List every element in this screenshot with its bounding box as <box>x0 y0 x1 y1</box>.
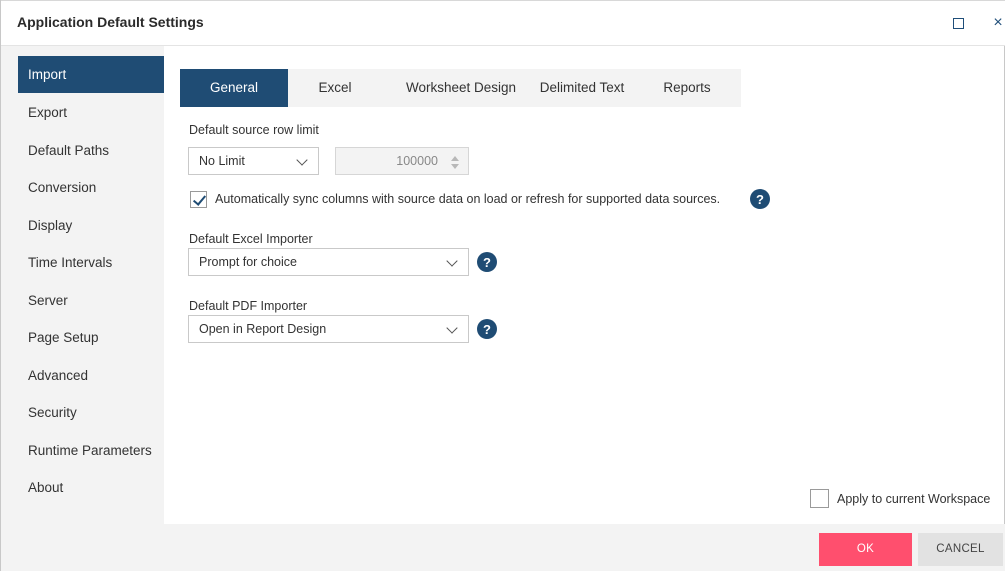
sidebar-item-advanced[interactable]: Advanced <box>18 357 164 394</box>
sidebar-item-import[interactable]: Import <box>18 56 164 93</box>
settings-panel: General Excel Worksheet Design Delimited… <box>164 46 1004 524</box>
chevron-down-icon <box>296 154 308 166</box>
tab-excel[interactable]: Excel <box>288 69 382 107</box>
sidebar-item-about[interactable]: About <box>18 469 164 506</box>
chevron-down-icon <box>446 255 458 267</box>
dialog-footer: OK CANCEL <box>2 524 1005 571</box>
apply-workspace-checkbox[interactable] <box>810 489 829 508</box>
spinner-up-icon[interactable] <box>451 156 459 161</box>
pdf-importer-help-icon[interactable]: ? <box>477 319 497 339</box>
sidebar-item-security[interactable]: Security <box>18 394 164 431</box>
close-button[interactable]: × <box>987 12 1005 34</box>
close-icon: × <box>993 14 1003 31</box>
ok-button[interactable]: OK <box>819 533 912 566</box>
row-limit-label: Default source row limit <box>189 123 319 137</box>
spinner-down-icon[interactable] <box>451 164 459 169</box>
tab-reports[interactable]: Reports <box>650 69 724 107</box>
sidebar-item-display[interactable]: Display <box>18 207 164 244</box>
row-limit-select-value: No Limit <box>199 154 245 168</box>
sidebar-item-time-intervals[interactable]: Time Intervals <box>18 244 164 281</box>
row-limit-spinner-value: 100000 <box>396 154 438 168</box>
settings-window: Application Default Settings × Import Ex… <box>0 0 1005 571</box>
sync-columns-checkbox[interactable] <box>190 191 207 208</box>
pdf-importer-value: Open in Report Design <box>199 322 327 336</box>
sidebar-item-page-setup[interactable]: Page Setup <box>18 319 164 356</box>
excel-importer-value: Prompt for choice <box>199 255 297 269</box>
pdf-importer-label: Default PDF Importer <box>189 299 308 313</box>
excel-importer-label: Default Excel Importer <box>189 232 313 246</box>
sync-help-icon[interactable]: ? <box>750 189 770 209</box>
tab-worksheet-design[interactable]: Worksheet Design <box>396 69 526 107</box>
sync-columns-label: Automatically sync columns with source d… <box>215 192 721 206</box>
sidebar-item-default-paths[interactable]: Default Paths <box>18 132 164 169</box>
sidebar-item-runtime-parameters[interactable]: Runtime Parameters <box>18 432 164 469</box>
title-bar: Application Default Settings × <box>1 0 1005 46</box>
row-limit-select[interactable]: No Limit <box>188 147 319 175</box>
sidebar-item-server[interactable]: Server <box>18 282 164 319</box>
tab-delimited-text[interactable]: Delimited Text <box>527 69 637 107</box>
window-title: Application Default Settings <box>17 14 204 30</box>
row-limit-spinner[interactable]: 100000 <box>335 147 469 175</box>
excel-importer-select[interactable]: Prompt for choice <box>188 248 469 276</box>
tab-bar: General Excel Worksheet Design Delimited… <box>180 69 741 107</box>
apply-workspace-label: Apply to current Workspace <box>837 492 991 506</box>
sidebar-item-export[interactable]: Export <box>18 94 164 131</box>
excel-importer-help-icon[interactable]: ? <box>477 252 497 272</box>
maximize-button[interactable] <box>947 12 969 34</box>
sidebar: Import Export Default Paths Conversion D… <box>2 46 164 524</box>
pdf-importer-select[interactable]: Open in Report Design <box>188 315 469 343</box>
tab-general[interactable]: General <box>180 69 288 107</box>
cancel-button[interactable]: CANCEL <box>918 533 1003 566</box>
chevron-down-icon <box>446 322 458 334</box>
sidebar-item-conversion[interactable]: Conversion <box>18 169 164 206</box>
maximize-icon <box>952 17 964 29</box>
